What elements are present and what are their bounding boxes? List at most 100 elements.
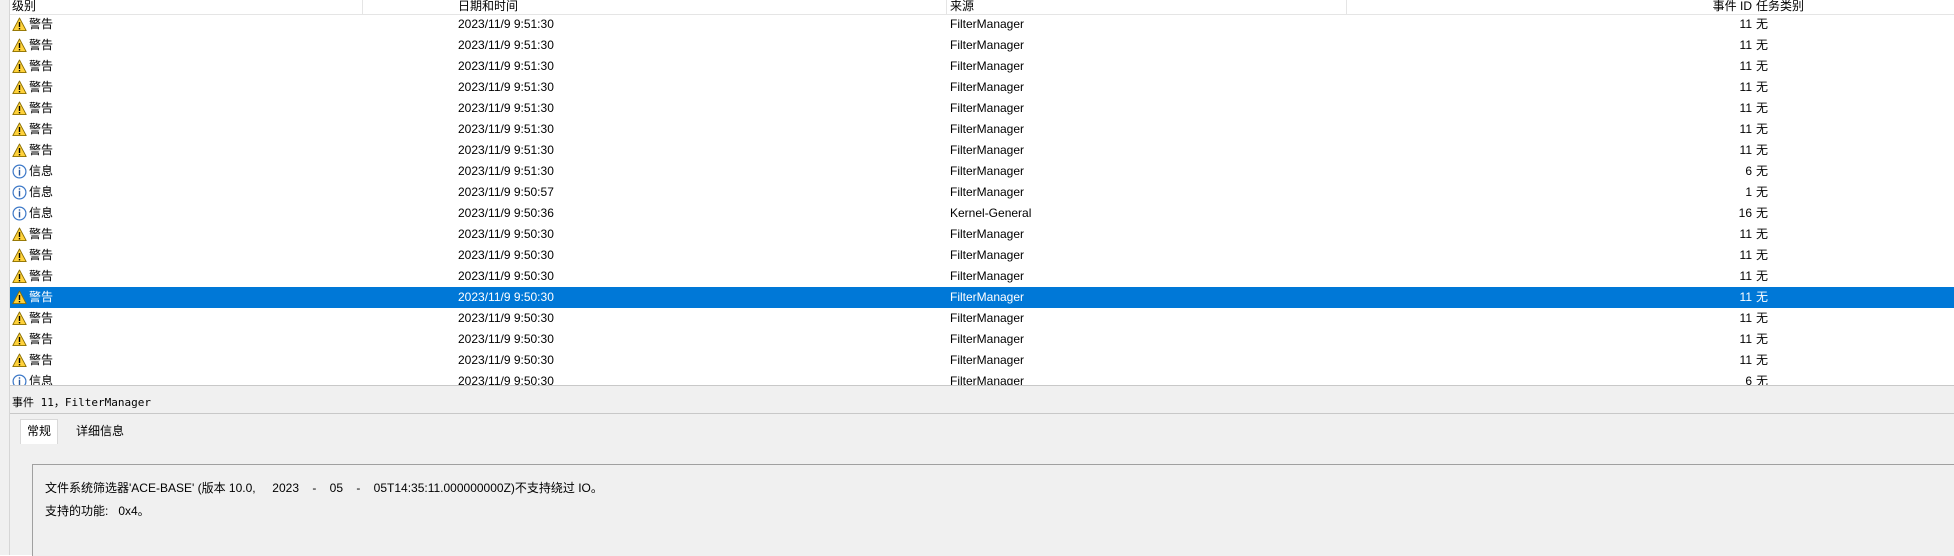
cell-level: 信息 bbox=[12, 182, 452, 203]
level-text: 信息 bbox=[29, 374, 54, 385]
column-separator[interactable] bbox=[362, 0, 363, 14]
cell-source: FilterManager bbox=[950, 59, 1025, 73]
table-row[interactable]: 警告 2023/11/9 9:51:30 FilterManager 11 无 bbox=[10, 119, 1954, 140]
cell-source: FilterManager bbox=[950, 101, 1025, 115]
cell-level: 警告 bbox=[12, 308, 452, 329]
level-text: 警告 bbox=[29, 17, 54, 31]
cell-source: FilterManager bbox=[950, 269, 1025, 283]
cell-event-id: 11 bbox=[1739, 38, 1752, 52]
level-text: 警告 bbox=[29, 59, 54, 73]
table-row[interactable]: 警告 2023/11/9 9:50:30 FilterManager 11 无 bbox=[10, 224, 1954, 245]
warning-triangle-icon bbox=[12, 143, 27, 158]
table-row[interactable]: 警告 2023/11/9 9:50:30 FilterManager 11 无 bbox=[10, 329, 1954, 350]
column-level[interactable]: 级别 bbox=[12, 0, 36, 14]
cell-event-id: 16 bbox=[1738, 206, 1752, 220]
table-row[interactable]: 警告 2023/11/9 9:50:30 FilterManager 11 无 bbox=[10, 287, 1954, 308]
cell-event-id: 11 bbox=[1739, 269, 1752, 283]
cell-date: 2023/11/9 9:51:30 bbox=[458, 38, 554, 52]
info-circle-icon bbox=[12, 206, 27, 221]
cell-event-id: 11 bbox=[1739, 143, 1752, 157]
column-task[interactable]: 任务类别 bbox=[1756, 0, 1804, 14]
cell-source: FilterManager bbox=[950, 122, 1025, 136]
cell-source: FilterManager bbox=[950, 248, 1025, 262]
cell-task: 无 bbox=[1756, 122, 1769, 136]
cell-source: FilterManager bbox=[950, 185, 1025, 199]
cell-level: 信息 bbox=[12, 161, 452, 182]
cell-source: FilterManager bbox=[950, 332, 1025, 346]
table-row[interactable]: 警告 2023/11/9 9:50:30 FilterManager 11 无 bbox=[10, 245, 1954, 266]
column-date[interactable]: 日期和时间 bbox=[458, 0, 518, 14]
table-row[interactable]: 警告 2023/11/9 9:50:30 FilterManager 11 无 bbox=[10, 350, 1954, 371]
level-text: 警告 bbox=[29, 122, 54, 136]
warning-triangle-icon bbox=[12, 17, 27, 32]
level-text: 警告 bbox=[29, 143, 54, 157]
cell-event-id: 11 bbox=[1739, 17, 1752, 31]
info-circle-icon bbox=[12, 374, 27, 385]
tab-details[interactable]: 详细信息 bbox=[70, 420, 130, 442]
cell-date: 2023/11/9 9:51:30 bbox=[458, 164, 554, 178]
cell-level: 信息 bbox=[12, 371, 452, 385]
cell-event-id: 6 bbox=[1745, 164, 1752, 178]
table-row[interactable]: 信息 2023/11/9 9:50:36 Kernel-General 16 无 bbox=[10, 203, 1954, 224]
cell-date: 2023/11/9 9:51:30 bbox=[458, 17, 554, 31]
table-row[interactable]: 警告 2023/11/9 9:51:30 FilterManager 11 无 bbox=[10, 98, 1954, 119]
cell-date: 2023/11/9 9:50:30 bbox=[458, 269, 554, 283]
cell-task: 无 bbox=[1756, 101, 1769, 115]
column-event-id[interactable]: 事件 ID bbox=[1700, 0, 1752, 14]
warning-triangle-icon bbox=[12, 290, 27, 305]
cell-event-id: 11 bbox=[1739, 227, 1752, 241]
event-rows: 警告 2023/11/9 9:51:30 FilterManager 11 无警告 202… bbox=[10, 14, 1954, 385]
cell-task: 无 bbox=[1756, 332, 1769, 346]
table-row[interactable]: 警告 2023/11/9 9:51:30 FilterManager 11 无 bbox=[10, 56, 1954, 77]
cell-date: 2023/11/9 9:50:57 bbox=[458, 185, 554, 199]
table-row[interactable]: 警告 2023/11/9 9:51:30 FilterManager 11 无 bbox=[10, 140, 1954, 161]
cell-date: 2023/11/9 9:50:30 bbox=[458, 290, 554, 304]
warning-triangle-icon bbox=[12, 269, 27, 284]
cell-source: FilterManager bbox=[950, 143, 1025, 157]
cell-level: 警告 bbox=[12, 35, 452, 56]
level-text: 警告 bbox=[29, 332, 54, 346]
level-text: 警告 bbox=[29, 227, 54, 241]
cell-date: 2023/11/9 9:50:30 bbox=[458, 227, 554, 241]
warning-triangle-icon bbox=[12, 80, 27, 95]
table-row[interactable]: 信息 2023/11/9 9:51:30 FilterManager 6 无 bbox=[10, 161, 1954, 182]
cell-task: 无 bbox=[1756, 143, 1769, 157]
cell-source: FilterManager bbox=[950, 374, 1025, 385]
cell-level: 警告 bbox=[12, 56, 452, 77]
table-row[interactable]: 信息 2023/11/9 9:50:30 FilterManager 6 无 bbox=[10, 371, 1954, 385]
level-text: 警告 bbox=[29, 248, 54, 262]
cell-task: 无 bbox=[1756, 248, 1769, 262]
column-header: 级别 日期和时间 来源 事件 ID 任务类别 bbox=[10, 0, 1954, 15]
cell-event-id: 11 bbox=[1739, 101, 1752, 115]
table-row[interactable]: 信息 2023/11/9 9:50:57 FilterManager 1 无 bbox=[10, 182, 1954, 203]
cell-task: 无 bbox=[1756, 17, 1769, 31]
table-row[interactable]: 警告 2023/11/9 9:51:30 FilterManager 11 无 bbox=[10, 77, 1954, 98]
warning-triangle-icon bbox=[12, 38, 27, 53]
cell-level: 警告 bbox=[12, 329, 452, 350]
cell-source: FilterManager bbox=[950, 17, 1025, 31]
cell-level: 警告 bbox=[12, 14, 452, 35]
cell-source: FilterManager bbox=[950, 227, 1025, 241]
level-text: 信息 bbox=[29, 164, 54, 178]
event-list[interactable]: 级别 日期和时间 来源 事件 ID 任务类别 警告 2023/11/9 9:51:… bbox=[10, 0, 1954, 385]
cell-level: 警告 bbox=[12, 140, 452, 161]
table-row[interactable]: 警告 2023/11/9 9:50:30 FilterManager 11 无 bbox=[10, 266, 1954, 287]
cell-source: FilterManager bbox=[950, 164, 1025, 178]
cell-date: 2023/11/9 9:50:30 bbox=[458, 353, 554, 367]
tab-general[interactable]: 常规 bbox=[20, 419, 59, 444]
cell-event-id: 11 bbox=[1739, 80, 1752, 94]
column-source[interactable]: 来源 bbox=[950, 0, 974, 14]
event-message-box[interactable]: 文件系统筛选器'ACE-BASE' (版本 10.0, 2023 - 05 - … bbox=[32, 464, 1954, 556]
table-row[interactable]: 警告 2023/11/9 9:51:30 FilterManager 11 无 bbox=[10, 14, 1954, 35]
cell-task: 无 bbox=[1756, 353, 1769, 367]
level-text: 警告 bbox=[29, 101, 54, 115]
column-separator[interactable] bbox=[1346, 0, 1347, 14]
cell-task: 无 bbox=[1756, 206, 1769, 220]
cell-source: FilterManager bbox=[950, 38, 1025, 52]
table-row[interactable]: 警告 2023/11/9 9:50:30 FilterManager 11 无 bbox=[10, 308, 1954, 329]
table-row[interactable]: 警告 2023/11/9 9:51:30 FilterManager 11 无 bbox=[10, 35, 1954, 56]
cell-event-id: 11 bbox=[1739, 332, 1752, 346]
cell-event-id: 11 bbox=[1739, 290, 1752, 304]
cell-date: 2023/11/9 9:51:30 bbox=[458, 143, 554, 157]
column-separator[interactable] bbox=[946, 0, 947, 14]
